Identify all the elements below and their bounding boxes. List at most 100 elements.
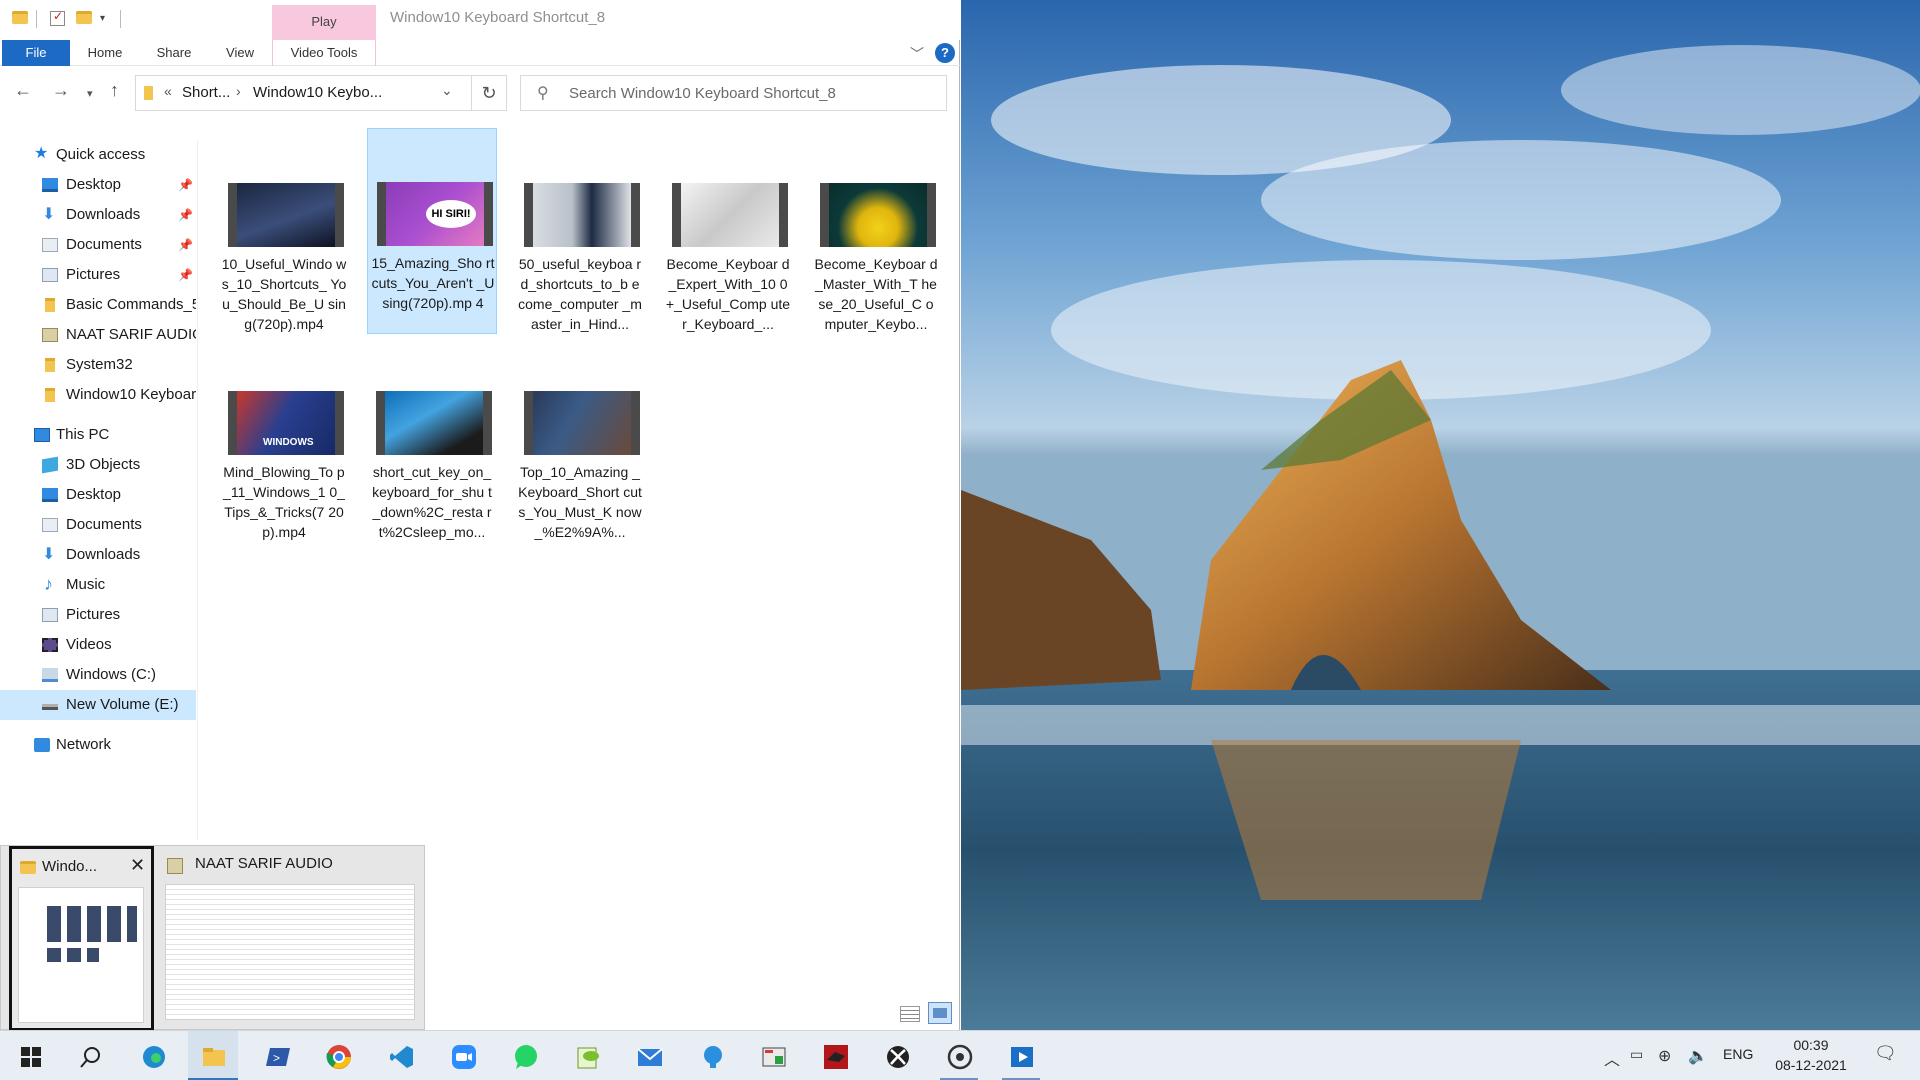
nav-item-desktop[interactable]: Desktop (0, 480, 196, 510)
notifications-icon[interactable]: 🗨 (1874, 1043, 1897, 1064)
start-button[interactable] (5, 1031, 55, 1080)
preview-window-naat-sarif-audio[interactable]: NAAT SARIF AUDIO (161, 846, 419, 1031)
tab-view[interactable]: View (208, 40, 272, 66)
drive-icon (42, 668, 58, 682)
nav-item-desktop[interactable]: Desktop 📌 (0, 170, 196, 200)
taskbar-file-explorer[interactable] (188, 1031, 238, 1080)
file-item[interactable]: WINDOWS Mind_Blowing_To p_11_Windows_1 0… (219, 338, 349, 544)
taskbar-red-app[interactable] (810, 1031, 860, 1080)
forward-arrow-icon[interactable]: → (52, 80, 70, 100)
nav-network[interactable]: Network (0, 730, 196, 760)
search-button[interactable] (65, 1031, 115, 1080)
file-item[interactable]: Become_Keyboar d_Master_With_T hese_20_U… (811, 130, 941, 336)
nav-quick-access[interactable]: ★ Quick access (0, 140, 196, 170)
taskbar-zoom[interactable] (438, 1031, 488, 1080)
close-icon[interactable]: ✕ (130, 855, 145, 876)
nav-label: Documents (66, 516, 142, 533)
pin-icon[interactable]: 📌 (178, 260, 193, 290)
nav-item-documents[interactable]: Documents (0, 510, 196, 540)
desktop-wallpaper (961, 0, 1920, 1030)
context-tab-play[interactable]: Play (272, 5, 376, 40)
pin-icon[interactable]: 📌 (178, 200, 193, 230)
battery-icon[interactable]: ▭ (1630, 1046, 1643, 1063)
nav-this-pc[interactable]: This PC (0, 420, 196, 450)
recent-locations-chevron-icon[interactable]: ▾ (87, 84, 93, 104)
ribbon-expand-chevron-icon[interactable]: ﹀ (910, 44, 924, 64)
network-icon (34, 738, 50, 752)
nav-item-naat-sarif-audio[interactable]: NAAT SARIF AUDIO (0, 320, 196, 350)
volume-icon[interactable]: 🔈 (1688, 1046, 1708, 1066)
nav-item-system32[interactable]: System32 (0, 350, 196, 380)
address-box[interactable]: « Short... › Window10 Keybo... ⌄ (135, 75, 472, 111)
quick-access-toolbar-dropdown-icon[interactable]: ▾ (100, 9, 105, 29)
window-title: Window10 Keyboard Shortcut_8 (390, 9, 606, 26)
video-thumbnail: HI SIRI! (377, 182, 493, 246)
app-icon (167, 858, 183, 874)
refresh-icon[interactable]: ↻ (472, 75, 507, 111)
tab-video-tools[interactable]: Video Tools (272, 40, 376, 66)
nav-item-pictures[interactable]: Pictures 📌 (0, 260, 196, 290)
breadcrumb-overflow-icon[interactable]: « (164, 83, 172, 99)
taskbar-notepad-plus[interactable] (562, 1031, 612, 1080)
xbox-icon (887, 1046, 909, 1068)
taskbar-vscode[interactable] (376, 1031, 426, 1080)
nav-item-3d-objects[interactable]: 3D Objects (0, 450, 196, 480)
taskbar-mail[interactable] (624, 1031, 674, 1080)
taskbar-app[interactable] (748, 1031, 798, 1080)
properties-icon[interactable] (50, 9, 65, 26)
taskbar-whatsapp[interactable] (500, 1031, 550, 1080)
large-icons-view-icon[interactable] (928, 1002, 952, 1024)
details-view-icon[interactable] (900, 1006, 920, 1022)
nav-item-pictures[interactable]: Pictures (0, 600, 196, 630)
nav-item-window10-keyboard[interactable]: Window10 Keyboar (0, 380, 196, 410)
taskbar-groove[interactable] (934, 1031, 984, 1080)
pin-icon[interactable]: 📌 (178, 230, 193, 260)
file-item[interactable]: 10_Useful_Windo ws_10_Shortcuts_ You_Sho… (219, 130, 349, 336)
file-name: Top_10_Amazing _Keyboard_Short cuts_You_… (518, 464, 642, 540)
tab-share[interactable]: Share (140, 40, 208, 66)
nav-item-videos[interactable]: Videos (0, 630, 196, 660)
nav-item-music[interactable]: Music (0, 570, 196, 600)
clock-time[interactable]: 00:39 (1771, 1037, 1851, 1053)
nav-label: Network (56, 736, 112, 753)
taskbar-xbox[interactable] (872, 1031, 922, 1080)
taskbar-media-player[interactable] (996, 1031, 1046, 1080)
address-dropdown-icon[interactable]: ⌄ (441, 82, 453, 99)
desktop-icon (42, 178, 58, 192)
search-input[interactable] (569, 82, 929, 104)
taskbar-bulb-app[interactable] (687, 1031, 737, 1080)
taskbar-edge[interactable] (128, 1031, 178, 1080)
up-arrow-icon[interactable]: ↑ (110, 80, 119, 100)
nav-item-new-volume-e[interactable]: New Volume (E:) (0, 690, 196, 720)
help-icon[interactable]: ? (935, 43, 955, 63)
divider (36, 10, 37, 28)
clock-date[interactable]: 08-12-2021 (1766, 1057, 1856, 1073)
file-item[interactable]: HI SIRI! 15_Amazing_Sho rtcuts_You_Aren'… (367, 128, 497, 334)
nav-item-downloads[interactable]: Downloads 📌 (0, 200, 196, 230)
breadcrumb-item[interactable]: Window10 Keybo... (253, 84, 382, 101)
pin-icon[interactable]: 📌 (178, 170, 193, 200)
new-folder-icon[interactable] (76, 11, 92, 24)
file-item[interactable]: Top_10_Amazing _Keyboard_Short cuts_You_… (515, 338, 645, 544)
nav-item-downloads[interactable]: Downloads (0, 540, 196, 570)
globe-network-icon[interactable]: ⊕ (1658, 1046, 1671, 1066)
computer-icon (34, 428, 50, 442)
tab-file[interactable]: File (2, 40, 70, 66)
breadcrumb-item[interactable]: Short... (182, 84, 230, 101)
taskbar-chrome[interactable] (313, 1031, 363, 1080)
file-item[interactable]: 50_useful_keyboa rd_shortcuts_to_b ecome… (515, 130, 645, 336)
back-arrow-icon[interactable]: ← (14, 80, 32, 100)
nav-item-basic-commands[interactable]: Basic Commands_5 (0, 290, 196, 320)
file-item[interactable]: short_cut_key_on_ keyboard_for_shu t_dow… (367, 338, 497, 544)
tab-home[interactable]: Home (70, 40, 140, 66)
file-item[interactable]: Become_Keyboar d_Expert_With_10 0+_Usefu… (663, 130, 793, 336)
file-name: 50_useful_keyboa rd_shortcuts_to_b ecome… (518, 256, 642, 332)
taskbar-powershell[interactable]: > (252, 1031, 302, 1080)
show-hidden-icons-chevron-icon[interactable]: ︿ (1604, 1046, 1620, 1070)
input-language[interactable]: ENG (1723, 1046, 1753, 1062)
video-thumbnail (524, 391, 640, 455)
breadcrumb-separator-icon[interactable]: › (236, 83, 241, 99)
nav-item-windows-c[interactable]: Windows (C:) (0, 660, 196, 690)
nav-item-documents[interactable]: Documents 📌 (0, 230, 196, 260)
preview-window-explorer[interactable]: Windo... ✕ (9, 846, 154, 1031)
